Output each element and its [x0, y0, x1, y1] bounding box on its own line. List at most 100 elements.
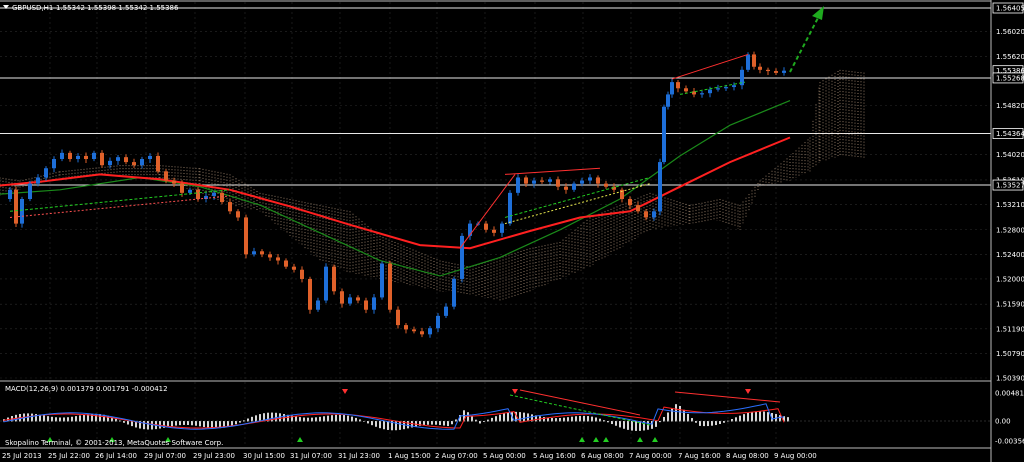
candle-body: [68, 152, 72, 160]
time-tick: 29 Jul 23:00: [193, 452, 235, 460]
candle-body: [666, 94, 670, 107]
macd-bar: [715, 421, 717, 426]
candle-body: [356, 297, 360, 301]
candle-body: [364, 300, 368, 310]
macd-bar: [627, 421, 629, 430]
time-tick: 8 Aug 08:00: [726, 452, 769, 460]
candle-body: [188, 189, 192, 193]
macd-bar: [739, 415, 741, 422]
candle-body: [76, 155, 80, 160]
macd-bar: [503, 413, 505, 422]
candle-body: [572, 183, 576, 190]
candle-body: [324, 266, 328, 301]
candle-body: [556, 179, 560, 187]
candle-body: [116, 157, 120, 161]
macd-bar: [43, 415, 45, 422]
macd-bar: [647, 421, 649, 430]
candle-body: [380, 263, 384, 298]
macd-bar: [379, 421, 381, 429]
candle-body: [460, 235, 464, 279]
time-tick: 2 Aug 07:00: [435, 452, 478, 460]
candle-body: [164, 171, 168, 181]
macd-bar: [383, 421, 385, 430]
candle-body: [524, 177, 528, 184]
candle-body: [292, 266, 296, 270]
macd-bar: [579, 415, 581, 422]
time-tick: 31 Jul 23:00: [338, 452, 380, 460]
candle-body: [308, 278, 312, 310]
chart-window: GBPUSD,H1 1.55342 1.55398 1.55342 1.5538…: [0, 0, 1024, 462]
macd-bar: [751, 411, 753, 422]
macd-bar: [331, 415, 333, 422]
symbol-label: GBPUSD,H1: [12, 4, 53, 12]
macd-bar: [523, 412, 525, 422]
macd-bar: [507, 412, 509, 422]
candle-body: [276, 257, 280, 261]
sell-arrow-icon: [745, 389, 751, 394]
macd-bar: [171, 421, 173, 427]
price-tick: 1.52400: [996, 251, 1024, 259]
macd-bar: [759, 411, 761, 422]
macd-bar: [439, 421, 441, 426]
macd-bar: [707, 421, 709, 427]
candle-body: [492, 229, 496, 233]
price-tick: 1.54364: [996, 130, 1024, 138]
candle-body: [52, 159, 56, 169]
time-tick: 5 Aug 00:00: [483, 452, 526, 460]
candle-body: [36, 177, 40, 184]
projection-arrow: [789, 6, 824, 73]
price-chart[interactable]: GBPUSD,H1 1.55342 1.55398 1.55342 1.5538…: [0, 0, 1024, 462]
buy-arrow-icon: [603, 437, 609, 442]
candle-body: [212, 192, 216, 196]
candle-body: [340, 291, 344, 304]
macd-bar: [711, 421, 713, 426]
macd-bar: [203, 421, 205, 427]
price-tick: 1.53210: [996, 201, 1024, 209]
candle-body: [316, 300, 320, 310]
macd-bar: [575, 416, 577, 422]
candle-body: [766, 69, 770, 72]
candle-body: [28, 183, 32, 199]
macd-bar: [179, 421, 181, 426]
macd-bar: [327, 415, 329, 422]
macd-bar: [83, 414, 85, 422]
candle-body: [662, 106, 666, 163]
macd-bar: [615, 421, 617, 426]
macd-bar: [367, 421, 369, 424]
macd-bar: [187, 421, 189, 425]
macd-bar: [123, 421, 125, 423]
macd-divergence-line: [674, 391, 781, 403]
macd-bar: [471, 416, 473, 422]
candle-body: [596, 177, 600, 184]
candle-body: [508, 192, 512, 224]
candle-body: [532, 180, 536, 184]
candle-body: [84, 155, 88, 160]
macd-bar: [387, 421, 389, 430]
candle-body: [604, 183, 608, 187]
macd-divergence-line: [519, 389, 641, 416]
time-tick: 5 Aug 16:00: [533, 452, 576, 460]
macd-bar: [191, 421, 193, 426]
macd-bar: [295, 416, 297, 422]
candle-body: [420, 331, 424, 335]
candle-body: [628, 198, 632, 206]
candle-body: [436, 315, 440, 329]
candle-body: [148, 155, 152, 160]
macd-bar: [671, 408, 673, 422]
candle-body: [774, 71, 778, 73]
chart-header: GBPUSD,H1 1.55342 1.55398 1.55342 1.5538…: [3, 4, 179, 12]
macd-bar: [687, 413, 689, 422]
macd-bar: [479, 421, 481, 424]
macd-bar: [667, 412, 669, 422]
macd-bar: [611, 421, 613, 425]
macd-bar: [395, 421, 397, 431]
price-tick: 1.56405: [996, 5, 1024, 13]
macd-bar: [635, 421, 637, 431]
macd-bar: [347, 415, 349, 422]
macd-bar: [47, 416, 49, 422]
candle-body: [92, 152, 96, 160]
macd-pane: [0, 389, 991, 442]
macd-label: MACD(12,26,9) 0.001379 0.001791 -0.00041…: [5, 385, 168, 393]
candle-body: [108, 160, 112, 166]
buy-arrow-icon: [637, 437, 643, 442]
